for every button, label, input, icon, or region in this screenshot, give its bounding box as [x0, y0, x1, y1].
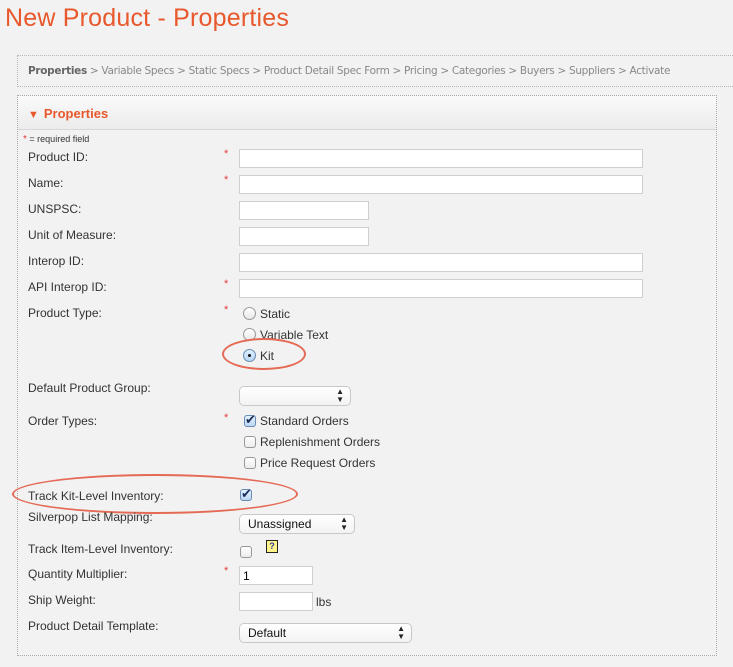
price-request-orders-label: Price Request Orders: [260, 456, 376, 470]
breadcrumb-separator: >: [177, 65, 186, 77]
api-interop-id-input[interactable]: [239, 279, 643, 298]
radio-kit-label: Kit: [260, 349, 275, 363]
product-detail-template-label: Product Detail Template:: [28, 619, 159, 633]
breadcrumb-categories[interactable]: Categories: [452, 65, 506, 77]
breadcrumb-separator: >: [89, 65, 99, 77]
breadcrumb-variable-specs[interactable]: Variable Specs: [101, 65, 174, 77]
track-kit-level-inventory-label: Track Kit-Level Inventory:: [28, 489, 164, 503]
checkbox-price-request-orders[interactable]: [244, 457, 256, 469]
ship-weight-label: Ship Weight:: [28, 593, 96, 607]
product-detail-template-value: Default: [248, 626, 287, 640]
breadcrumb: Properties > Variable Specs > Static Specs > P…: [17, 55, 733, 87]
standard-orders-label: Standard Orders: [260, 414, 349, 428]
help-icon[interactable]: ?: [266, 540, 278, 553]
breadcrumb-separator: >: [557, 65, 566, 77]
default-product-group-label: Default Product Group:: [28, 381, 151, 395]
product-type-kit-option[interactable]: Kit: [243, 349, 274, 363]
required-star-icon: *: [224, 278, 229, 290]
breadcrumb-activate[interactable]: Activate: [630, 65, 671, 77]
interop-id-input[interactable]: [239, 253, 643, 272]
silverpop-list-mapping-label: Silverpop List Mapping:: [28, 510, 153, 524]
default-product-group-select[interactable]: ▲ ▼: [239, 386, 351, 406]
radio-static[interactable]: [243, 307, 256, 320]
select-arrows-icon: ▲ ▼: [397, 624, 405, 641]
breadcrumb-pricing[interactable]: Pricing: [404, 65, 438, 77]
product-type-variable-text-option[interactable]: Variable Text: [243, 328, 328, 342]
breadcrumb-separator: >: [508, 65, 517, 77]
breadcrumb-separator: >: [618, 65, 627, 77]
order-type-replenishment-option[interactable]: Replenishment Orders: [244, 435, 380, 449]
collapse-triangle-icon: ▼: [28, 109, 39, 121]
product-type-static-option[interactable]: Static: [243, 307, 290, 321]
radio-kit[interactable]: [243, 349, 256, 362]
radio-variable-text-label: Variable Text: [260, 328, 329, 342]
panel-header[interactable]: ▼ Properties: [18, 96, 716, 130]
breadcrumb-suppliers[interactable]: Suppliers: [569, 65, 615, 77]
breadcrumb-properties[interactable]: Properties: [28, 65, 87, 77]
required-note-text: = required field: [29, 134, 90, 144]
quantity-multiplier-input[interactable]: [239, 566, 313, 585]
unit-of-measure-input[interactable]: [239, 227, 369, 246]
required-star-icon: *: [224, 412, 229, 424]
product-id-label: Product ID:: [28, 150, 89, 164]
order-type-standard-option[interactable]: Standard Orders: [244, 412, 349, 428]
unspsc-input[interactable]: [239, 201, 369, 220]
order-type-price-request-option[interactable]: Price Request Orders: [244, 456, 375, 470]
properties-panel: ▼ Properties * = required field Product I…: [12, 95, 717, 656]
required-star-icon: *: [224, 174, 229, 186]
breadcrumb-separator: >: [392, 65, 402, 77]
track-item-level-inventory-label: Track Item-Level Inventory:: [28, 542, 173, 556]
required-star-icon: *: [224, 304, 229, 316]
page-title: New Product - Properties: [5, 4, 290, 32]
track-item-level-inventory-checkbox[interactable]: [240, 546, 252, 558]
breadcrumb-static-specs[interactable]: Static Specs: [189, 65, 250, 77]
breadcrumb-product-detail-spec-form[interactable]: Product Detail Spec Form: [264, 65, 390, 77]
unit-of-measure-label: Unit of Measure:: [28, 228, 117, 242]
product-id-input[interactable]: [239, 149, 643, 168]
order-types-label: Order Types:: [28, 414, 98, 428]
track-kit-level-inventory-checkbox[interactable]: [240, 486, 252, 502]
required-star-icon: *: [224, 148, 229, 160]
breadcrumb-buyers[interactable]: Buyers: [520, 65, 555, 77]
checkbox-replenishment-orders[interactable]: [244, 436, 256, 448]
ship-weight-input[interactable]: [239, 592, 313, 611]
quantity-multiplier-label: Quantity Multiplier:: [28, 567, 128, 581]
ship-weight-unit: lbs: [316, 595, 332, 609]
silverpop-list-mapping-value: Unassigned: [248, 517, 312, 531]
panel-title: Properties: [43, 106, 109, 121]
select-arrows-icon: ▲ ▼: [336, 387, 344, 404]
product-type-label: Product Type:: [28, 306, 102, 320]
name-input[interactable]: [239, 175, 643, 194]
api-interop-id-label: API Interop ID:: [28, 280, 107, 294]
name-label: Name:: [28, 176, 64, 190]
checkbox-standard-orders[interactable]: [244, 412, 256, 428]
required-field-note: * = required field: [23, 134, 89, 145]
select-arrows-icon: ▲ ▼: [340, 515, 348, 532]
required-star-icon: *: [23, 134, 27, 145]
radio-static-label: Static: [260, 307, 291, 321]
product-detail-template-select[interactable]: Default ▲ ▼: [239, 623, 412, 643]
breadcrumb-separator: >: [440, 65, 449, 77]
unspsc-label: UNSPSC:: [28, 202, 82, 216]
required-star-icon: *: [224, 565, 229, 577]
silverpop-list-mapping-select[interactable]: Unassigned ▲ ▼: [239, 514, 355, 534]
replenishment-orders-label: Replenishment Orders: [260, 435, 381, 449]
radio-variable-text[interactable]: [243, 328, 256, 341]
interop-id-label: Interop ID:: [28, 254, 85, 268]
breadcrumb-separator: >: [252, 65, 261, 77]
